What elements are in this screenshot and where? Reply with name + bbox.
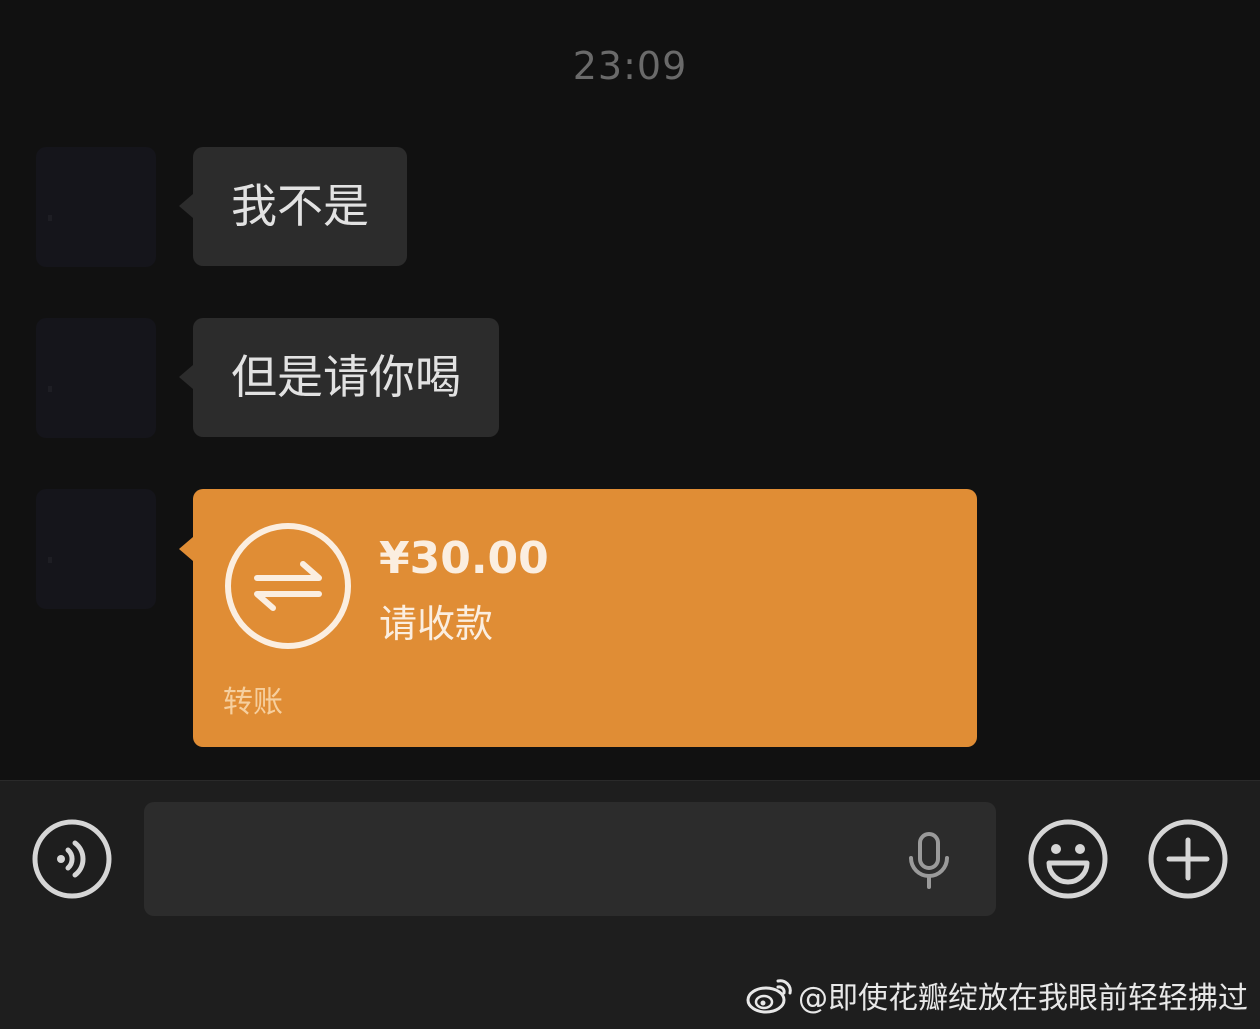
message-timestamp: 23:09 bbox=[572, 44, 688, 88]
message-bubble[interactable]: 我不是 bbox=[179, 147, 407, 266]
transfer-amount: ¥30.00 bbox=[379, 533, 549, 584]
transfer-divider bbox=[193, 673, 977, 674]
contact-avatar[interactable] bbox=[36, 147, 156, 267]
transfer-card[interactable]: ¥30.00 请收款 转账 bbox=[179, 489, 977, 747]
microphone-icon[interactable] bbox=[906, 832, 952, 890]
contact-avatar[interactable] bbox=[36, 489, 156, 609]
contact-avatar[interactable] bbox=[36, 318, 156, 438]
weibo-logo-icon bbox=[746, 979, 792, 1014]
watermark-text: @即使花瓣绽放在我眼前轻轻拂过 bbox=[798, 981, 1248, 1016]
transfer-arrows-icon bbox=[225, 523, 351, 649]
message-bubble[interactable]: 但是请你喝 bbox=[179, 318, 499, 437]
watermark: @即使花瓣绽放在我眼前轻轻拂过 bbox=[746, 973, 1248, 1017]
transfer-status: 请收款 bbox=[379, 602, 494, 646]
smiley-icon[interactable] bbox=[1028, 819, 1108, 899]
plus-icon[interactable] bbox=[1148, 819, 1228, 899]
message-input[interactable] bbox=[144, 802, 996, 916]
transfer-label: 转账 bbox=[223, 685, 283, 720]
voice-toggle-icon[interactable] bbox=[32, 819, 112, 899]
chat-history: 23:09 我不是 但是请你喝 ¥30.00 请收款 转账 bbox=[0, 0, 1260, 780]
